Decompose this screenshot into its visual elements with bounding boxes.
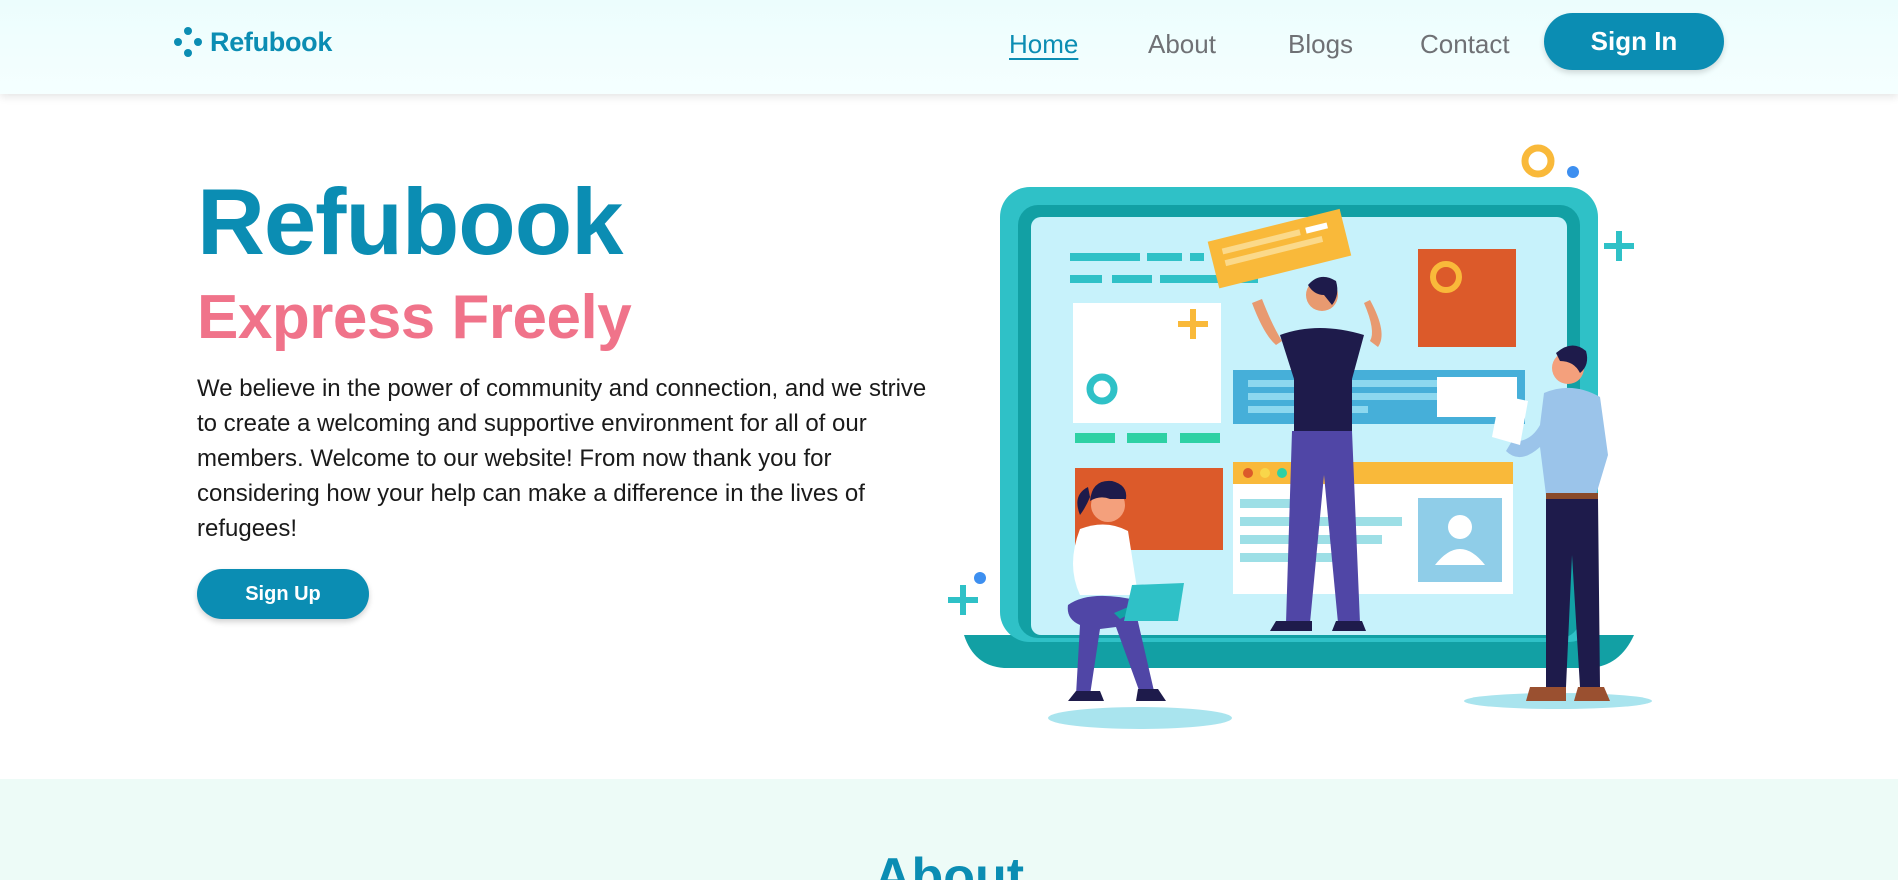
sign-up-button[interactable]: Sign Up [197, 569, 369, 619]
hero-illustration [948, 144, 1652, 729]
hero-subtitle: Express Freely [197, 283, 632, 352]
about-heading: About [873, 848, 1025, 880]
brand-name: Refubook [210, 26, 333, 57]
hero-title: Refubook [197, 169, 623, 274]
nav-link-contact[interactable]: Contact [1420, 26, 1510, 62]
brand-logo[interactable]: Refubook [172, 26, 332, 58]
logo-dots-icon [172, 26, 204, 58]
nav-link-home[interactable]: Home [1009, 26, 1078, 62]
nav-link-about[interactable]: About [1148, 26, 1216, 62]
hero-description: We believe in the power of community and… [197, 375, 927, 542]
about-section: About [0, 779, 1898, 880]
nav-link-blogs[interactable]: Blogs [1288, 26, 1353, 62]
navbar: Refubook Home About Blogs Contact Sign I… [0, 0, 1898, 94]
sign-in-button[interactable]: Sign In [1544, 13, 1724, 70]
